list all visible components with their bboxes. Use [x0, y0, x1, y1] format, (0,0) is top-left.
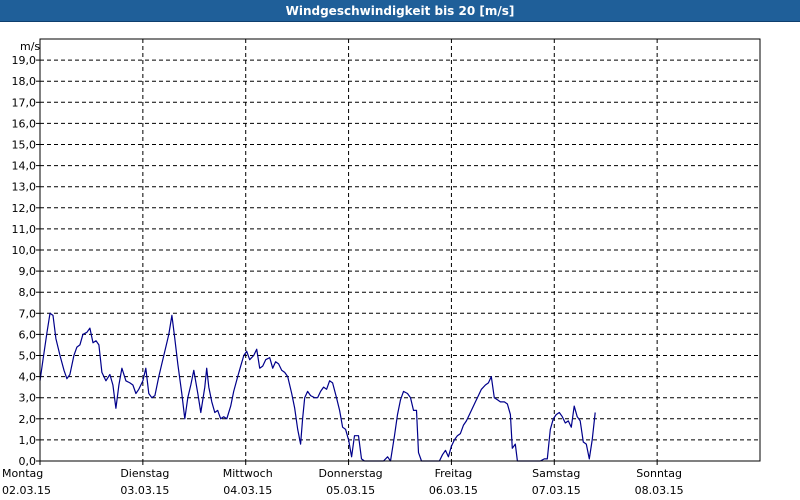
x-axis-ticks: Montag 02.03.15 Dienstag 03.03.15 Mittwoch 04…	[2, 461, 684, 497]
y-tick-label: 9,0	[19, 265, 37, 278]
x-tick-date-label: 07.03.15	[532, 484, 581, 497]
y-tick-label: 13,0	[12, 181, 37, 194]
x-tick-date-label: 02.03.15	[2, 484, 51, 497]
y-tick-label: 19,0	[12, 54, 37, 67]
series-layer	[39, 312, 596, 462]
wind-speed-chart: 19,0 18,0 17,0 16,0 15,0 14,0 13,0 12,0 11,0 10,0…	[2, 38, 761, 497]
y-tick-label: 5,0	[19, 350, 37, 363]
y-tick-label: 7,0	[19, 307, 37, 320]
y-tick-label: 12,0	[12, 202, 37, 215]
y-tick-label: 11,0	[12, 223, 37, 236]
chart-window: Windgeschwindigkeit bis 20 [m/s] 19,0 18,…	[0, 0, 800, 500]
chart-title-bar: Windgeschwindigkeit bis 20 [m/s]	[0, 0, 800, 22]
x-tick-date-label: 08.03.15	[635, 484, 684, 497]
x-tick-day-label: Dienstag	[120, 467, 169, 480]
x-tick-day-label: Montag	[2, 467, 43, 480]
y-tick-label: 6,0	[19, 328, 37, 341]
x-tick-day-label: Samstag	[532, 467, 580, 480]
x-tick-date-label: 05.03.15	[326, 484, 375, 497]
x-tick-day-label: Freitag	[435, 467, 473, 480]
y-tick-label: 15,0	[12, 139, 37, 152]
y-tick-label: 8,0	[19, 286, 37, 299]
y-tick-label: 17,0	[12, 96, 37, 109]
y-axis-ticks: 19,0 18,0 17,0 16,0 15,0 14,0 13,0 12,0 11,0 10,0…	[12, 54, 40, 468]
y-tick-label: 16,0	[12, 117, 37, 130]
chart-title: Windgeschwindigkeit bis 20 [m/s]	[285, 3, 515, 18]
wind-speed-series-line	[39, 312, 596, 462]
x-tick-day-label: Mittwoch	[223, 467, 273, 480]
y-tick-label: 18,0	[12, 75, 37, 88]
y-tick-label: 1,0	[19, 434, 37, 447]
y-tick-label: 10,0	[12, 244, 37, 257]
x-tick-date-label: 03.03.15	[120, 484, 169, 497]
x-tick-day-label: Donnerstag	[318, 467, 382, 480]
x-tick-date-label: 04.03.15	[223, 484, 272, 497]
x-tick-date-label: 06.03.15	[429, 484, 478, 497]
x-tick-day-label: Sonntag	[636, 467, 682, 480]
y-tick-label: 2,0	[19, 413, 37, 426]
y-tick-label: 3,0	[19, 392, 37, 405]
grid-lines	[40, 39, 760, 461]
y-axis-unit-label: m/s	[20, 40, 40, 53]
y-tick-label: 4,0	[19, 371, 37, 384]
y-tick-label: 14,0	[12, 160, 37, 173]
